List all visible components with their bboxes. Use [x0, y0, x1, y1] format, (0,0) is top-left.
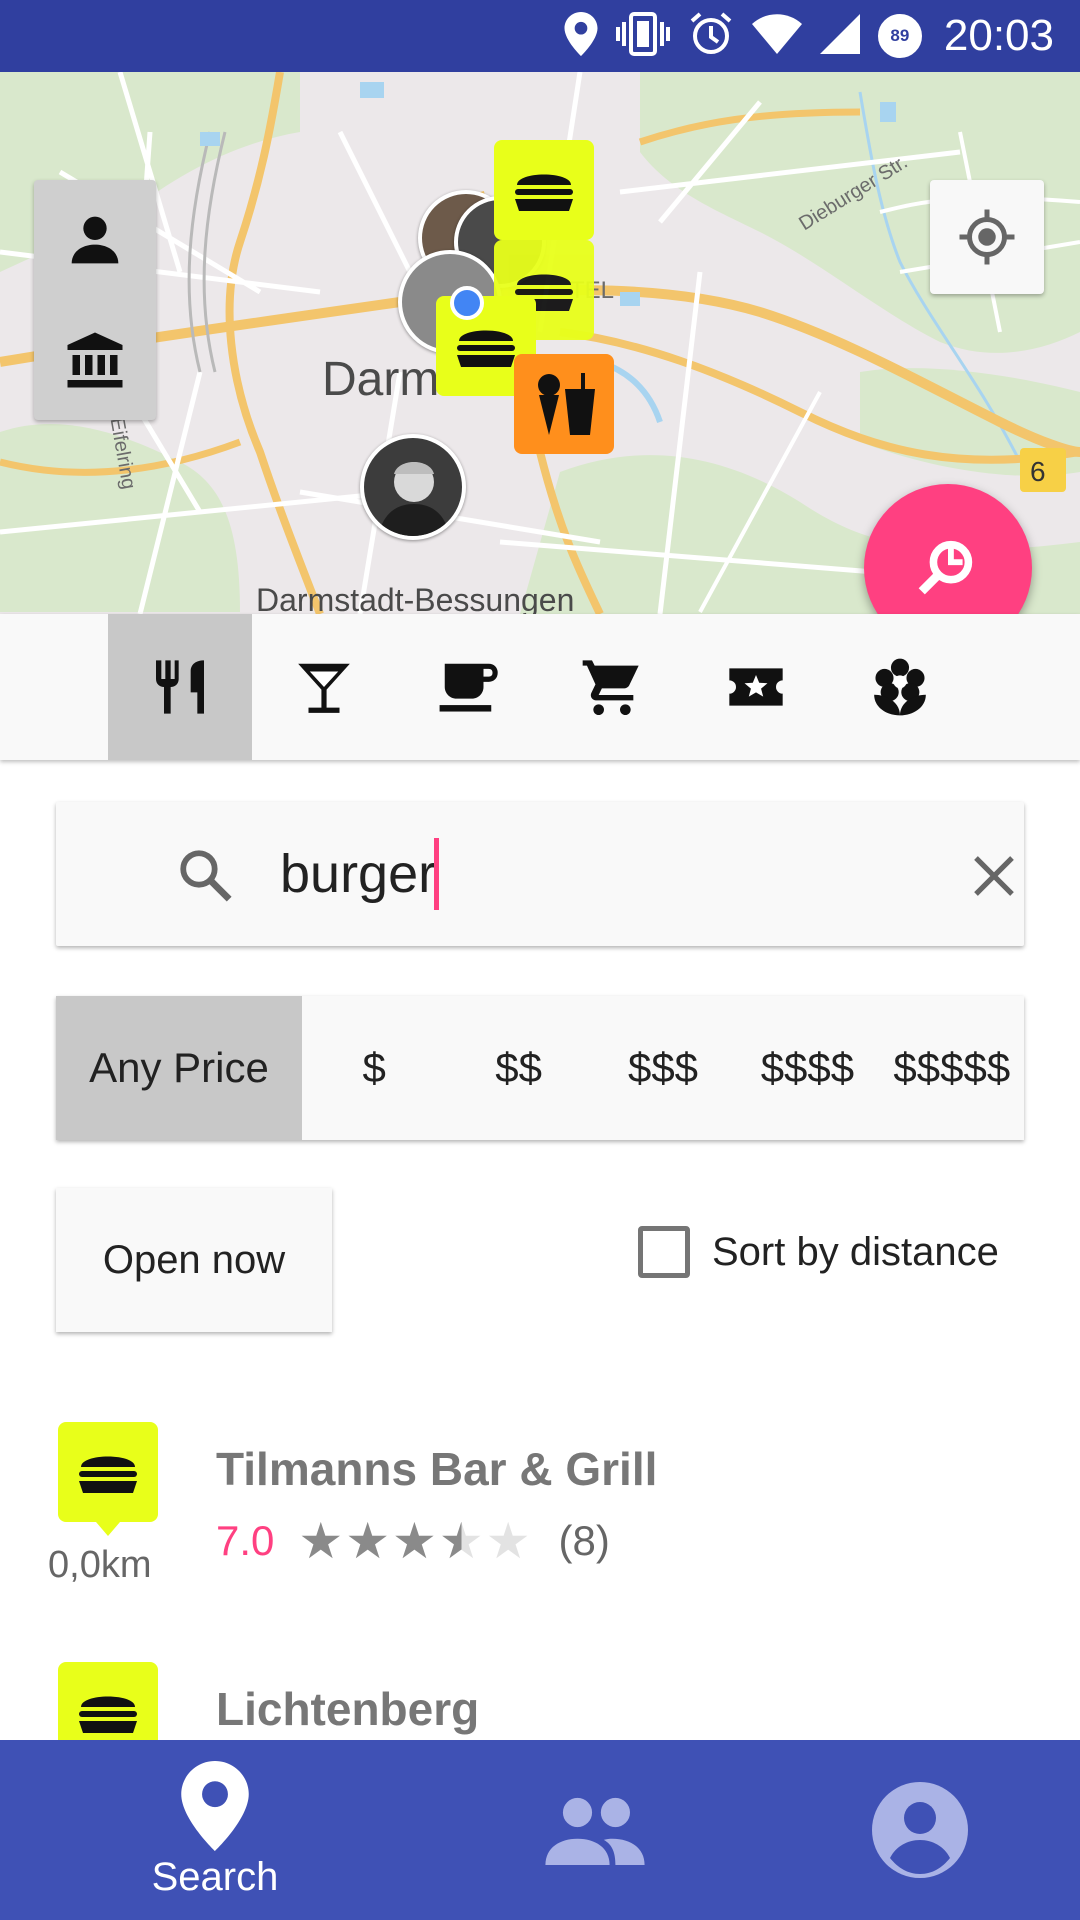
burger-icon: [457, 330, 515, 367]
price-option-4[interactable]: $$$$: [735, 996, 879, 1140]
nav-search-label: Search: [151, 1854, 279, 1899]
category-shopping[interactable]: [540, 614, 684, 760]
review-count: (8): [558, 1517, 610, 1564]
pin-tail: [96, 1522, 120, 1536]
cocktail-icon: [298, 663, 350, 713]
list-item[interactable]: Lichtenberg: [0, 1660, 1080, 1762]
svg-text:6: 6: [1030, 456, 1046, 487]
price-option-5[interactable]: $$$$$: [880, 996, 1024, 1140]
burger-icon: [79, 1456, 137, 1493]
bottom-navigation: Search: [0, 1740, 1080, 1920]
avatar[interactable]: [360, 434, 466, 540]
people-icon: [545, 1797, 645, 1865]
account-icon: [872, 1782, 968, 1878]
status-time: 20:03: [943, 11, 1054, 60]
star-icon: ★: [345, 1513, 391, 1569]
burger-icon: [515, 174, 573, 211]
my-location-button[interactable]: [930, 180, 1044, 294]
icecream-drink-icon: [538, 373, 595, 435]
result-name: Tilmanns Bar & Grill: [216, 1443, 658, 1495]
wifi-icon: [751, 13, 802, 59]
star-half-icon: ★: [438, 1513, 484, 1569]
status-bar: 89 20:03: [0, 0, 1080, 72]
rating-score: 7.0: [216, 1517, 275, 1564]
museum-layer-button[interactable]: [34, 300, 156, 420]
star-empty-icon: ★: [485, 1513, 531, 1569]
map-view[interactable]: 6 Dieburger Str. Eifelring TEL Darmst Da…: [0, 72, 1080, 614]
result-name: Lichtenberg: [216, 1683, 480, 1735]
ticket-star-icon: [729, 668, 783, 706]
signal-icon: [819, 13, 860, 59]
category-bar-drinks[interactable]: [252, 614, 396, 760]
price-option-1[interactable]: $: [302, 996, 446, 1140]
person-icon: [71, 216, 119, 264]
map-district-label: Darmstadt-Bessungen: [256, 582, 575, 614]
sort-checkbox[interactable]: [638, 1226, 690, 1278]
battery-icon: 89: [877, 14, 922, 58]
burger-pin[interactable]: [494, 140, 594, 240]
nav-account[interactable]: [820, 1740, 1020, 1920]
search-box: [56, 802, 1024, 946]
category-bar: [0, 614, 1080, 760]
location-icon: [564, 11, 598, 61]
location-pin-icon: [181, 1760, 249, 1851]
nav-friends[interactable]: [500, 1740, 690, 1920]
coffee-icon: [439, 663, 498, 712]
my-location-icon: [959, 209, 1015, 265]
list-item[interactable]: 0,0km Tilmanns Bar & Grill 7.0 ★ ★ ★ ★ ★…: [0, 1420, 1080, 1600]
nav-search[interactable]: Search: [110, 1740, 320, 1920]
star-icon: ★: [392, 1513, 437, 1569]
museum-icon: [67, 332, 123, 388]
category-events[interactable]: [684, 614, 828, 760]
fork-knife-icon: [156, 660, 204, 714]
result-icon: [58, 1422, 158, 1522]
sort-label: Sort by distance: [712, 1229, 999, 1274]
cart-icon: [582, 660, 639, 715]
vibrate-icon: [615, 11, 670, 61]
open-now-button[interactable]: Open now: [56, 1188, 332, 1332]
category-cafe[interactable]: [396, 614, 540, 760]
star-icon: ★: [298, 1513, 344, 1569]
result-distance: 0,0km: [48, 1544, 152, 1586]
person-layer-button[interactable]: [34, 180, 156, 300]
current-location-dot: [450, 286, 484, 320]
clear-search-button[interactable]: [964, 846, 1024, 906]
result-rating: 7.0 ★ ★ ★ ★ ★ (8): [216, 1516, 610, 1566]
search-area-icon: [918, 540, 973, 595]
category-nature[interactable]: [828, 614, 972, 760]
flower-icon: [874, 658, 926, 716]
burger-icon: [79, 1696, 137, 1733]
price-option-3[interactable]: $$$: [591, 996, 735, 1140]
price-option-any[interactable]: Any Price: [56, 996, 302, 1140]
category-restaurant[interactable]: [108, 614, 252, 760]
close-icon: [974, 856, 1014, 896]
alarm-icon: [688, 11, 734, 62]
sort-by-distance-toggle[interactable]: Sort by distance: [638, 1222, 999, 1282]
map-layer-buttons: [34, 180, 156, 420]
text-caret: [434, 838, 439, 910]
rating-stars: ★ ★ ★ ★ ★: [298, 1516, 530, 1566]
search-input[interactable]: [280, 826, 920, 922]
price-option-2[interactable]: $$: [446, 996, 590, 1140]
search-icon: [176, 846, 234, 909]
price-selector: Any Price $ $$ $$$ $$$$ $$$$$: [56, 996, 1024, 1140]
icecream-pin[interactable]: [514, 354, 614, 454]
